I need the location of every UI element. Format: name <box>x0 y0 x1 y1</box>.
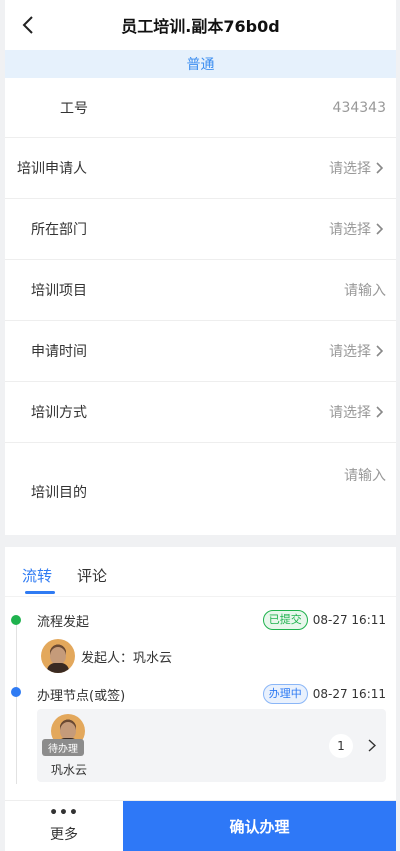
step-handle: 办理节点(或签) 办理中 08-27 16:11 待办理 巩水云 1 <box>37 683 386 782</box>
field-select[interactable]: 请选择 <box>329 402 383 422</box>
back-button[interactable] <box>15 12 41 38</box>
step-time: 08-27 16:11 <box>312 613 386 627</box>
field-label: 培训目的 <box>31 485 87 501</box>
field-apply-time[interactable]: 申请时间 请选择 <box>5 321 396 382</box>
chevron-right-icon <box>376 162 383 174</box>
bottom-bar: ••• 更多 确认办理 <box>5 800 396 851</box>
flow-timeline: 流程发起 已提交 08-27 16:11 发起人：巩水云 办理节点(或签) 办理… <box>5 597 396 787</box>
handler-count: 1 <box>329 734 353 758</box>
initiator-name: 发起人：巩水云 <box>81 650 173 666</box>
priority-banner: 普通 <box>5 50 396 78</box>
field-input[interactable]: 请输入 <box>344 280 386 300</box>
handler-card[interactable]: 待办理 巩水云 1 <box>37 709 386 782</box>
field-label: 培训项目 <box>31 283 87 299</box>
handler-name: 巩水云 <box>51 763 88 777</box>
chevron-right-icon <box>376 345 383 357</box>
field-label: 所在部门 <box>31 222 87 238</box>
field-employee-id[interactable]: 工号 434343 <box>5 78 396 138</box>
tab-bar: 流转 评论 <box>5 547 396 597</box>
step-initiate: 流程发起 已提交 08-27 16:11 发起人：巩水云 <box>37 609 386 675</box>
avatar <box>41 639 75 673</box>
header: 员工培训.副本76b0d <box>5 0 396 50</box>
step-title: 办理节点(或签) <box>37 688 126 704</box>
status-badge: 已提交 <box>262 610 308 630</box>
chevron-left-icon <box>22 16 33 34</box>
form: 工号 434343 培训申请人 请选择 所在部门 请选择 培训项目 请输入 申请… <box>5 78 396 535</box>
page: 员工培训.副本76b0d 普通 工号 434343 培训申请人 请选择 所在部门… <box>0 0 400 851</box>
more-button[interactable]: ••• 更多 <box>5 801 123 851</box>
field-label: 工号 <box>60 100 88 117</box>
field-textarea[interactable]: 请输入 <box>344 465 386 485</box>
timeline-dot-done <box>11 615 21 625</box>
field-purpose[interactable]: 培训目的 请输入 <box>5 443 396 535</box>
field-placeholder: 请选择 <box>329 405 371 421</box>
initiator-row: 发起人：巩水云 <box>37 637 386 675</box>
timeline-line <box>16 619 17 784</box>
chevron-right-icon <box>376 406 383 418</box>
tab-comments[interactable]: 评论 <box>77 565 107 596</box>
more-label: 更多 <box>50 827 78 843</box>
timeline-dot-active <box>11 687 21 697</box>
tab-flow[interactable]: 流转 <box>22 565 56 596</box>
more-icon: ••• <box>49 805 79 821</box>
step-time: 08-27 16:11 <box>312 687 386 701</box>
field-training-mode[interactable]: 培训方式 请选择 <box>5 382 396 443</box>
field-label: 培训申请人 <box>17 161 87 177</box>
field-label: 申请时间 <box>31 344 87 360</box>
chevron-right-icon[interactable] <box>368 739 376 752</box>
field-select[interactable]: 请选择 <box>329 219 383 239</box>
field-project[interactable]: 培训项目 请输入 <box>5 260 396 321</box>
section-divider <box>0 535 400 547</box>
field-select[interactable]: 请选择 <box>329 158 383 178</box>
step-title: 流程发起 <box>37 614 90 630</box>
chevron-right-icon <box>376 223 383 235</box>
field-select[interactable]: 请选择 <box>329 341 383 361</box>
field-label: 培训方式 <box>31 405 87 421</box>
field-placeholder: 请选择 <box>329 222 371 238</box>
field-value: 434343 <box>332 99 386 116</box>
field-applicant[interactable]: 培训申请人 请选择 <box>5 138 396 199</box>
field-department[interactable]: 所在部门 请选择 <box>5 199 396 260</box>
page-title: 员工培训.副本76b0d <box>121 17 280 36</box>
pending-badge: 待办理 <box>42 739 84 756</box>
field-placeholder: 请选择 <box>329 161 371 177</box>
status-badge: 办理中 <box>262 684 308 704</box>
field-placeholder: 请选择 <box>329 344 371 360</box>
confirm-button[interactable]: 确认办理 <box>123 801 396 851</box>
